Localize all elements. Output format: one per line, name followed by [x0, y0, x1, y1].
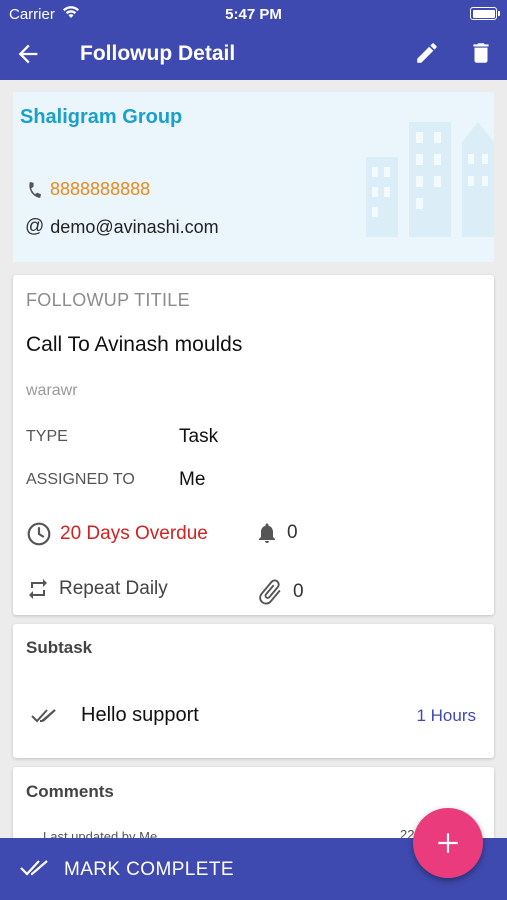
- mark-complete-label: MARK COMPLETE: [64, 859, 234, 880]
- followup-title: Call To Avinash moulds: [26, 333, 243, 356]
- subtask-hours: 1 Hours: [416, 705, 476, 725]
- overdue-status: 20 Days Overdue: [60, 523, 208, 544]
- plus-icon: [438, 833, 458, 853]
- email-address: demo@avinashi.com: [50, 216, 219, 237]
- overdue-row: 20 Days Overdue: [26, 521, 208, 547]
- type-label: TYPE: [26, 428, 68, 445]
- list-item[interactable]: Hello support 1 Hours: [31, 704, 476, 727]
- delete-trash-icon[interactable]: [468, 39, 494, 67]
- at-icon: @: [25, 216, 45, 237]
- reminder-row[interactable]: 0: [255, 521, 298, 545]
- attachment-row[interactable]: 0: [255, 577, 304, 607]
- company-name: Shaligram Group: [20, 106, 183, 128]
- status-time: 5:47 PM: [225, 6, 282, 23]
- repeat-row: Repeat Daily: [26, 577, 168, 601]
- double-check-icon: [31, 708, 56, 722]
- paperclip-icon: [259, 579, 281, 605]
- bell-icon: [259, 523, 275, 543]
- double-check-icon: [20, 860, 48, 876]
- subtask-card: Subtask Hello support 1 Hours: [13, 624, 494, 758]
- subtask-heading: Subtask: [26, 638, 93, 657]
- app-bar: Followup Detail: [0, 28, 507, 80]
- company-card: Shaligram Group 8888888888 @ demo@avinas…: [13, 92, 494, 262]
- battery-icon: [470, 7, 500, 20]
- status-bar: Carrier 5:47 PM: [0, 0, 507, 28]
- repeat-status: Repeat Daily: [59, 578, 168, 599]
- subtask-text: Hello support: [81, 704, 199, 726]
- attachment-count: 0: [293, 581, 304, 602]
- reminder-count: 0: [287, 522, 298, 543]
- phone-number: 8888888888: [50, 179, 151, 199]
- assigned-to-value: Me: [179, 469, 206, 490]
- edit-pencil-icon[interactable]: [414, 40, 440, 66]
- email-row[interactable]: @ demo@avinashi.com: [25, 216, 219, 238]
- followup-description: warawr: [26, 382, 78, 399]
- followup-detail-card: FOLLOWUP TITILE Call To Avinash moulds w…: [13, 275, 494, 615]
- repeat-icon: [29, 579, 47, 599]
- back-arrow-icon[interactable]: [14, 40, 42, 68]
- clock-icon: [27, 522, 51, 546]
- phone-icon: [29, 181, 41, 198]
- followup-title-label: FOLLOWUP TITILE: [26, 290, 190, 310]
- add-fab-button[interactable]: [413, 808, 483, 878]
- buildings-illustration: [366, 122, 494, 237]
- phone-row[interactable]: 8888888888: [26, 179, 150, 200]
- assigned-to-label: ASSIGNED TO: [26, 471, 135, 488]
- comments-heading: Comments: [26, 782, 114, 801]
- type-value: Task: [179, 426, 219, 447]
- page-title: Followup Detail: [80, 42, 236, 65]
